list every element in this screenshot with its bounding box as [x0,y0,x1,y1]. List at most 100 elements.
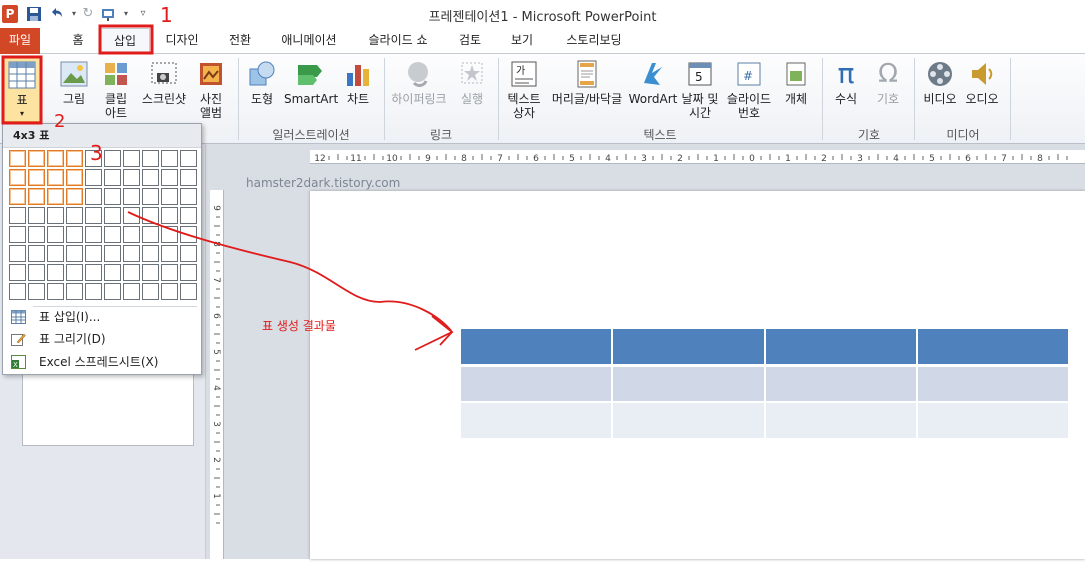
grid-cell[interactable] [28,264,45,281]
table-cell[interactable] [461,367,614,401]
grid-cell[interactable] [104,264,121,281]
video-button[interactable]: 비디오 [920,56,960,106]
grid-cell[interactable] [180,264,197,281]
grid-cell[interactable] [123,264,140,281]
action-button[interactable]: 실행 [454,56,490,106]
excel-spreadsheet-menu-item[interactable]: X Excel 스프레드시트(X) [3,351,201,373]
grid-cell[interactable] [142,264,159,281]
grid-cell[interactable] [104,150,121,167]
header-footer-button[interactable]: 머리글/바닥글 [548,56,626,106]
slide-number-button[interactable]: # 슬라이드 번호 [722,56,776,120]
table-cell[interactable] [613,329,766,364]
grid-cell[interactable] [66,245,83,262]
textbox-button[interactable]: 가 텍스트 상자 [502,56,546,120]
tab-animations[interactable]: 애니메이션 [274,28,344,54]
grid-cell[interactable] [47,150,64,167]
grid-cell[interactable] [142,169,159,186]
grid-cell[interactable] [47,226,64,243]
equation-button[interactable]: π 수식 [828,56,864,107]
grid-cell[interactable] [66,226,83,243]
grid-cell[interactable] [123,207,140,224]
photo-album-button[interactable]: 사진 앨범 [192,56,230,120]
grid-cell[interactable] [180,226,197,243]
grid-cell[interactable] [123,169,140,186]
grid-cell[interactable] [142,226,159,243]
draw-table-menu-item[interactable]: 표 그리기(D) [3,328,201,350]
grid-cell[interactable] [180,283,197,300]
grid-cell[interactable] [123,188,140,205]
grid-cell[interactable] [104,245,121,262]
grid-cell[interactable] [104,207,121,224]
grid-cell[interactable] [85,226,102,243]
grid-cell[interactable] [161,169,178,186]
grid-cell[interactable] [161,226,178,243]
grid-cell[interactable] [9,169,26,186]
grid-cell[interactable] [47,169,64,186]
table-cell[interactable] [765,329,918,364]
grid-cell[interactable] [180,150,197,167]
table-cell[interactable] [613,403,766,438]
grid-cell[interactable] [66,188,83,205]
grid-cell[interactable] [104,169,121,186]
screenshot-button[interactable]: 스크린샷 [138,56,190,106]
grid-cell[interactable] [104,226,121,243]
grid-cell[interactable] [9,207,26,224]
grid-cell[interactable] [28,188,45,205]
wordart-button[interactable]: WordArt [628,56,678,106]
table-cell[interactable] [917,367,1068,401]
grid-cell[interactable] [123,245,140,262]
grid-cell[interactable] [66,169,83,186]
table-cell[interactable] [765,367,918,401]
table-cell[interactable] [613,367,766,401]
grid-cell[interactable] [9,283,26,300]
grid-cell[interactable] [123,226,140,243]
grid-cell[interactable] [28,245,45,262]
grid-cell[interactable] [9,264,26,281]
grid-cell[interactable] [66,264,83,281]
tab-storyboarding[interactable]: 스토리보딩 [556,28,632,54]
inserted-table[interactable] [461,329,1068,439]
grid-cell[interactable] [47,264,64,281]
tab-home[interactable]: 홈 [62,28,94,54]
grid-cell[interactable] [28,169,45,186]
clipart-button[interactable]: 클립 아트 [98,56,134,120]
table-cell[interactable] [461,403,614,438]
grid-cell[interactable] [85,188,102,205]
grid-cell[interactable] [47,283,64,300]
grid-cell[interactable] [85,245,102,262]
grid-cell[interactable] [9,150,26,167]
grid-cell[interactable] [142,207,159,224]
grid-cell[interactable] [28,207,45,224]
picture-button[interactable]: 그림 [56,56,92,106]
grid-cell[interactable] [180,188,197,205]
grid-cell[interactable] [85,150,102,167]
grid-cell[interactable] [161,150,178,167]
table-cell[interactable] [765,403,918,438]
symbol-button[interactable]: Ω 기호 [870,56,906,106]
object-button[interactable]: 개체 [778,56,814,106]
grid-cell[interactable] [180,169,197,186]
grid-cell[interactable] [47,207,64,224]
table-button[interactable]: 표 ▾ [3,56,41,122]
shapes-button[interactable]: 도형 [244,56,280,106]
grid-cell[interactable] [66,150,83,167]
tab-view[interactable]: 보기 [504,28,540,54]
grid-cell[interactable] [161,188,178,205]
grid-cell[interactable] [123,283,140,300]
grid-cell[interactable] [161,245,178,262]
table-cell[interactable] [917,329,1068,364]
grid-cell[interactable] [180,245,197,262]
grid-cell[interactable] [66,207,83,224]
grid-cell[interactable] [85,207,102,224]
grid-cell[interactable] [161,264,178,281]
grid-cell[interactable] [142,188,159,205]
grid-cell[interactable] [85,283,102,300]
audio-button[interactable]: 오디오 [962,56,1002,106]
grid-cell[interactable] [161,207,178,224]
grid-cell[interactable] [142,283,159,300]
grid-cell[interactable] [28,150,45,167]
tab-transitions[interactable]: 전환 [222,28,258,54]
grid-cell[interactable] [66,283,83,300]
smartart-button[interactable]: SmartArt [284,56,338,106]
tab-file[interactable]: 파일 [0,28,40,54]
